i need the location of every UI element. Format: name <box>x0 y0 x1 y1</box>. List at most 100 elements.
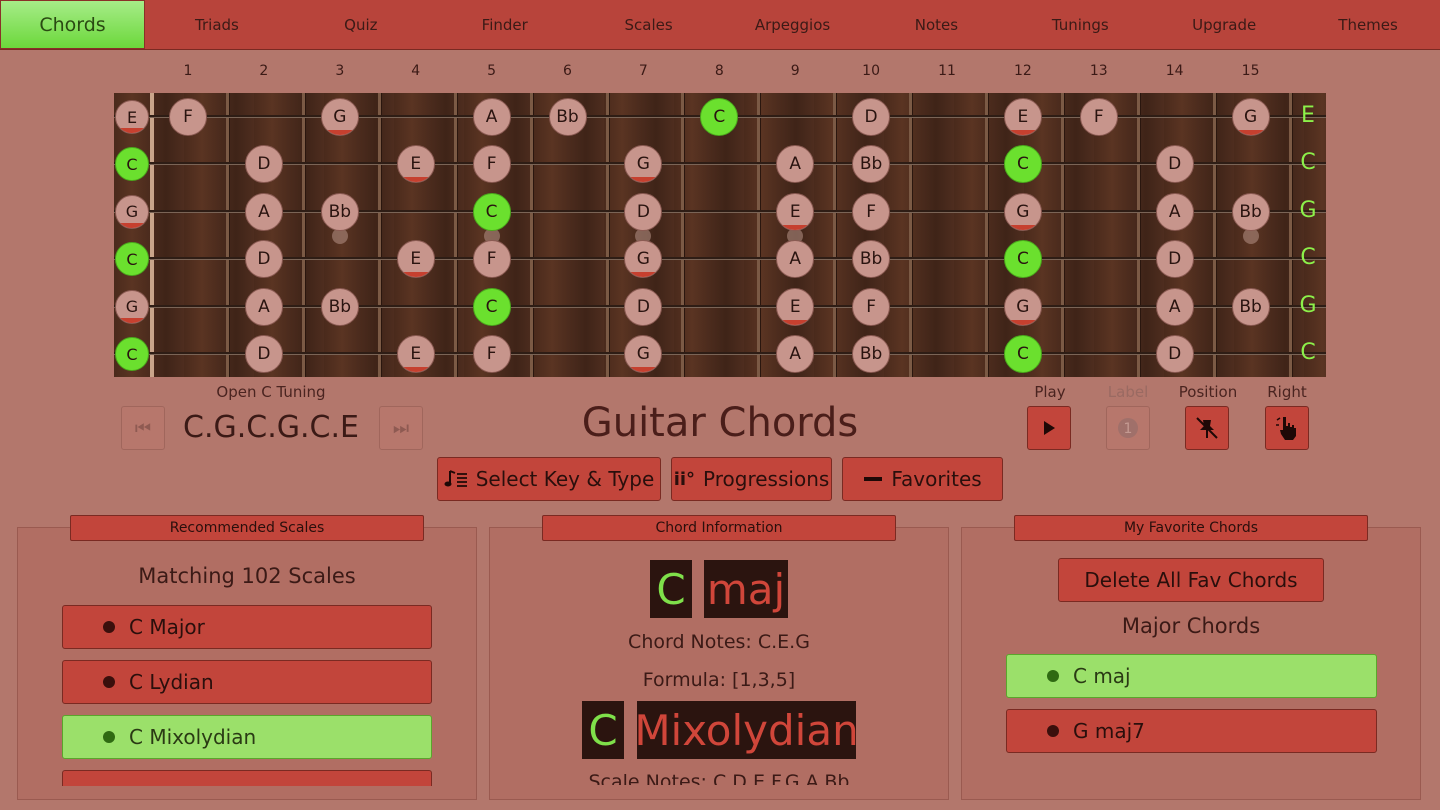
note-marker[interactable]: F <box>852 287 891 326</box>
position-toggle-button[interactable] <box>1185 406 1229 450</box>
open-string-label: C <box>1300 150 1316 176</box>
fret-number: 6 <box>563 63 572 79</box>
tab-scales[interactable]: Scales <box>577 0 721 49</box>
note-marker[interactable]: G <box>1231 98 1270 136</box>
note-marker[interactable]: A <box>776 240 815 279</box>
right-label: Right <box>1267 383 1307 401</box>
note-marker[interactable]: C <box>472 287 511 326</box>
play-button[interactable] <box>1027 406 1071 450</box>
fretboard[interactable]: E F G A Bb C D E F G C D E F G A Bb C D G A Bb C D E F G A Bb C D E F G A B… <box>114 93 1326 377</box>
fret-wire <box>1060 93 1064 377</box>
note-marker[interactable]: D <box>244 240 283 279</box>
note-marker[interactable]: Bb <box>852 145 891 184</box>
fret-wire <box>681 93 685 377</box>
note-marker[interactable]: F <box>169 98 207 136</box>
next-tuning-button[interactable]: ⏭ <box>379 406 423 450</box>
note-marker[interactable]: G <box>624 145 663 184</box>
note-marker[interactable]: D <box>244 145 283 184</box>
note-marker[interactable]: D <box>244 335 283 373</box>
tab-finder[interactable]: Finder <box>433 0 577 49</box>
note-marker[interactable]: E <box>776 287 815 326</box>
tab-chords[interactable]: Chords <box>0 0 145 49</box>
scale-root: C <box>582 701 624 759</box>
minus-icon <box>864 477 883 481</box>
note-marker[interactable]: A <box>1155 192 1194 231</box>
note-marker[interactable]: Bb <box>548 98 587 136</box>
note-marker[interactable]: Bb <box>320 192 359 231</box>
bullet-icon <box>1047 670 1059 682</box>
note-marker[interactable]: A <box>244 192 283 231</box>
fret-number: 5 <box>487 63 497 79</box>
note-marker[interactable]: A <box>1155 287 1194 326</box>
note-marker[interactable]: G <box>624 335 663 373</box>
note-marker[interactable]: E <box>396 145 435 184</box>
scale-item-c-mixolydian[interactable]: C Mixolydian <box>62 715 432 759</box>
note-marker[interactable]: E <box>396 335 435 373</box>
note-marker[interactable]: G <box>115 194 149 229</box>
note-marker[interactable]: C <box>1003 240 1042 279</box>
note-marker[interactable]: C <box>115 242 149 277</box>
note-marker[interactable]: D <box>1155 240 1194 279</box>
tab-notes[interactable]: Notes <box>864 0 1008 49</box>
previous-tuning-button[interactable]: ⏮ <box>121 406 165 450</box>
note-marker[interactable]: A <box>776 145 815 184</box>
note-marker[interactable]: D <box>624 192 663 231</box>
note-marker[interactable]: D <box>1155 335 1194 373</box>
note-marker[interactable]: A <box>472 98 511 136</box>
play-label: Play <box>1034 383 1066 401</box>
tab-triads[interactable]: Triads <box>145 0 289 49</box>
note-marker[interactable]: G <box>624 240 663 279</box>
note-marker[interactable]: G <box>1003 287 1042 326</box>
note-marker[interactable]: C <box>115 147 149 182</box>
favorite-chord-g-maj7[interactable]: G maj7 <box>1006 709 1377 753</box>
note-marker[interactable]: E <box>396 240 435 279</box>
scale-item-partial[interactable] <box>62 770 432 786</box>
note-marker[interactable]: F <box>1079 98 1118 136</box>
tab-upgrade[interactable]: Upgrade <box>1152 0 1296 49</box>
note-marker[interactable]: C <box>700 98 739 136</box>
note-marker[interactable]: F <box>852 192 891 231</box>
note-marker[interactable]: Bb <box>1231 192 1270 231</box>
delete-all-favorites-button[interactable]: Delete All Fav Chords <box>1058 558 1324 602</box>
scale-item-label: C Major <box>129 615 205 639</box>
note-marker[interactable]: A <box>244 287 283 326</box>
note-marker[interactable]: G <box>1003 192 1042 231</box>
note-marker[interactable]: F <box>472 145 511 184</box>
tab-themes[interactable]: Themes <box>1296 0 1440 49</box>
scale-item-label: C Mixolydian <box>129 725 257 749</box>
note-marker[interactable]: D <box>624 287 663 326</box>
scale-item-c-lydian[interactable]: C Lydian <box>62 660 432 704</box>
note-marker[interactable]: Bb <box>852 335 891 373</box>
tab-arpeggios[interactable]: Arpeggios <box>721 0 865 49</box>
note-marker[interactable]: F <box>472 240 511 279</box>
label-toggle-button[interactable]: 1 <box>1106 406 1150 450</box>
note-marker[interactable]: E <box>776 192 815 231</box>
note-marker[interactable]: Bb <box>1231 287 1270 326</box>
note-marker[interactable]: E <box>115 100 149 134</box>
fret-number: 9 <box>790 63 800 79</box>
tab-quiz[interactable]: Quiz <box>289 0 433 49</box>
note-marker[interactable]: C <box>1003 145 1042 184</box>
note-marker[interactable]: D <box>1155 145 1194 184</box>
note-marker[interactable]: A <box>776 335 815 373</box>
favorites-button[interactable]: Favorites <box>842 457 1003 501</box>
note-marker[interactable]: C <box>1003 335 1042 373</box>
note-marker[interactable]: Bb <box>852 240 891 279</box>
note-marker[interactable]: F <box>472 335 511 373</box>
note-marker[interactable]: Bb <box>320 287 359 326</box>
guitar-string <box>114 257 1326 261</box>
note-marker[interactable]: C <box>472 192 511 231</box>
handedness-button[interactable] <box>1265 406 1309 450</box>
bullet-icon <box>103 621 115 633</box>
recommended-scales-title: Recommended Scales <box>70 515 424 541</box>
tab-tunings[interactable]: Tunings <box>1008 0 1152 49</box>
note-marker[interactable]: G <box>115 289 149 324</box>
favorite-chord-c-maj[interactable]: C maj <box>1006 654 1377 698</box>
select-key-type-button[interactable]: Select Key & Type <box>437 457 661 501</box>
progressions-button[interactable]: ii° Progressions <box>671 457 832 501</box>
scale-item-c-major[interactable]: C Major <box>62 605 432 649</box>
note-marker[interactable]: G <box>320 98 359 136</box>
note-marker[interactable]: D <box>852 98 891 136</box>
note-marker[interactable]: C <box>115 337 149 371</box>
note-marker[interactable]: E <box>1003 98 1042 136</box>
